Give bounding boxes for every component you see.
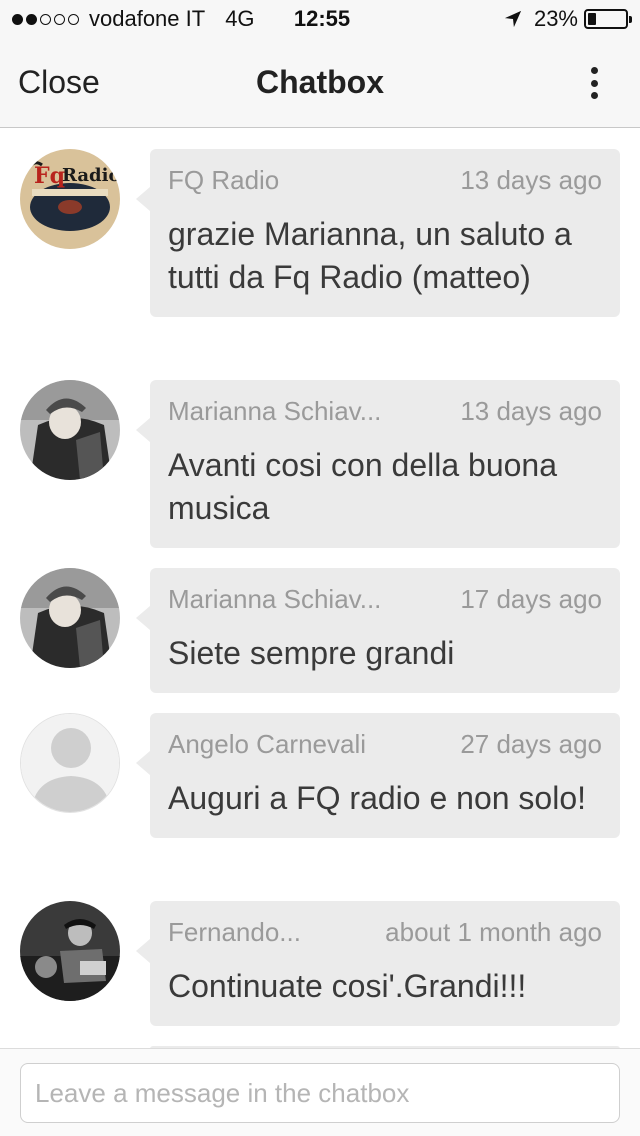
more-vertical-icon[interactable] bbox=[588, 67, 600, 99]
message-text: grazie Marianna, un saluto a tutti da Fq… bbox=[168, 216, 572, 295]
status-bar: vodafone IT 4G 12:55 23% bbox=[0, 0, 640, 40]
message-author[interactable]: Marianna Schiav... bbox=[168, 584, 381, 615]
fq-radio-logo-avatar[interactable]: Fq Radio bbox=[20, 149, 120, 249]
location-arrow-icon bbox=[504, 10, 522, 28]
child-photo-avatar[interactable] bbox=[20, 380, 120, 480]
message-time: about 1 month ago bbox=[385, 917, 602, 947]
battery-percent: 23% bbox=[533, 6, 578, 31]
battery-icon bbox=[584, 9, 632, 29]
message-time: 13 days ago bbox=[460, 396, 602, 426]
message-bubble: Fernando... about 1 month ago Continuate… bbox=[136, 901, 620, 1026]
page-title: Chatbox bbox=[256, 64, 384, 100]
message-text: Avanti cosi con della buona musica bbox=[168, 447, 558, 526]
carrier-name: vodafone IT bbox=[89, 6, 206, 31]
status-left: vodafone IT 4G bbox=[12, 6, 275, 32]
message-time: 27 days ago bbox=[460, 729, 602, 759]
message-text: Continuate cosi'.Grandi!!! bbox=[168, 968, 527, 1004]
chat-message-input[interactable] bbox=[20, 1063, 620, 1123]
svg-text:Fq: Fq bbox=[34, 163, 65, 189]
message-bubble: FQ Radio 13 days ago grazie Marianna, un… bbox=[136, 149, 620, 317]
message-author[interactable]: Fernando... bbox=[168, 917, 301, 948]
default-user-avatar[interactable] bbox=[20, 713, 120, 813]
message-bubble: Angelo Carnevali 27 days ago Auguri a FQ… bbox=[136, 713, 620, 838]
message-list[interactable]: Fq Radio FQ Radio 13 days ago grazie Mar… bbox=[0, 129, 640, 1048]
svg-text:Radio: Radio bbox=[62, 165, 120, 186]
message-time: 13 days ago bbox=[460, 165, 602, 195]
input-bar bbox=[0, 1048, 640, 1136]
message-author[interactable]: Marianna Schiav... bbox=[168, 396, 381, 427]
message-author[interactable]: FQ Radio bbox=[168, 165, 279, 196]
message-text: Siete sempre grandi bbox=[168, 635, 455, 671]
status-right: 23% bbox=[504, 6, 632, 32]
vintage-photo-avatar[interactable] bbox=[20, 901, 120, 1001]
battery-level bbox=[588, 13, 596, 25]
message-bubble: Marianna Schiav... 13 days ago Avanti co… bbox=[136, 380, 620, 548]
network-type: 4G bbox=[225, 6, 255, 31]
message-time: 17 days ago bbox=[460, 584, 602, 614]
nav-bar: Close Chatbox bbox=[0, 40, 640, 128]
message-author[interactable]: Angelo Carnevali bbox=[168, 729, 366, 760]
child-photo-avatar[interactable] bbox=[20, 568, 120, 668]
message-bubble: Marianna Schiav... 17 days ago Siete sem… bbox=[136, 568, 620, 693]
clock: 12:55 bbox=[293, 6, 351, 31]
signal-strength-icon bbox=[12, 13, 79, 25]
message-text: Auguri a FQ radio e non solo! bbox=[168, 780, 587, 816]
